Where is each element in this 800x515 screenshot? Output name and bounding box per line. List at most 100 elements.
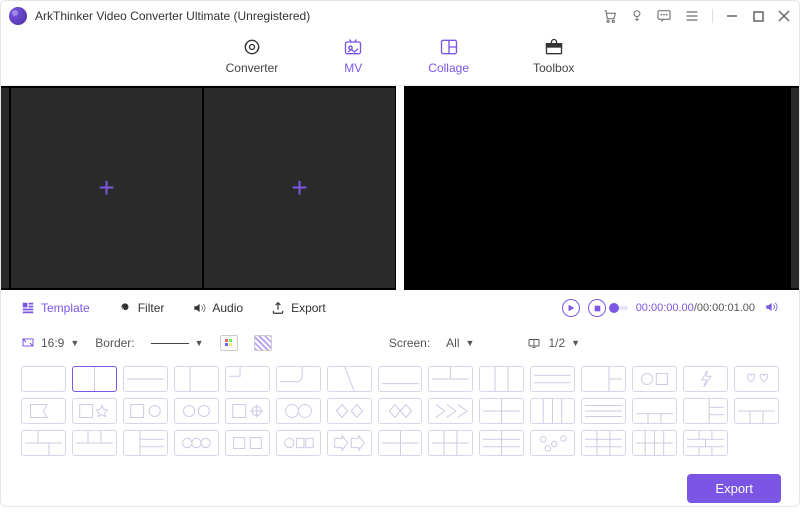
mv-icon [342,37,364,57]
template-2boxes[interactable] [225,430,270,456]
template-2x2[interactable] [479,398,524,424]
template-gear-box[interactable] [225,398,270,424]
template-3row[interactable] [530,366,575,392]
export-button[interactable]: Export [687,474,781,503]
template-bottom-bar[interactable] [378,366,423,392]
preview-left [405,88,596,288]
template-diamonds[interactable] [327,398,372,424]
template-3x2[interactable] [428,430,473,456]
collage-canvas: + + [1,86,396,290]
tab-toolbox-label: Toolbox [533,61,574,75]
preview-pane [404,86,799,290]
play-button[interactable] [562,299,580,317]
border-color-button[interactable] [220,335,238,351]
aspect-ratio-select[interactable]: 16:9 ▼ [21,336,79,350]
template-notch-tl[interactable] [225,366,270,392]
template-flag[interactable] [21,398,66,424]
border-label: Border: [95,336,134,350]
template-left-third[interactable] [174,366,219,392]
template-circle-box[interactable] [123,398,168,424]
chevron-down-icon: ▼ [571,338,580,348]
titlebar-separator [712,9,713,23]
template-4col[interactable] [530,398,575,424]
subnav-export[interactable]: Export [271,301,326,315]
titlebar: ArkThinker Video Converter Ultimate (Unr… [1,1,799,31]
subnav-filter[interactable]: Filter [118,301,165,315]
template-2up-v[interactable] [72,366,117,392]
template-4x2[interactable] [632,430,677,456]
footer: Export [1,464,799,515]
template-brick[interactable] [683,430,728,456]
template-2x3[interactable] [479,430,524,456]
cart-icon[interactable] [602,8,618,24]
tab-converter-label: Converter [226,61,279,75]
template-2h-offset[interactable] [428,366,473,392]
converter-icon [241,37,263,57]
template-3circles[interactable] [174,430,219,456]
template-3col[interactable] [479,366,524,392]
border-style-select[interactable]: ▼ [151,338,204,348]
template-split3[interactable] [734,398,779,424]
template-3x3[interactable] [581,430,626,456]
plus-icon: + [291,172,307,204]
chevron-down-icon: ▼ [466,338,475,348]
template-chevron[interactable] [428,398,473,424]
workspace: + + [1,86,799,290]
volume-icon[interactable] [763,300,779,317]
time-total: 00:00:01.00 [697,302,755,314]
subnav-template[interactable]: Template [21,301,90,315]
template-pip-circle[interactable] [632,366,677,392]
drop-zone-1[interactable]: + [11,88,202,288]
template-side2[interactable] [581,366,626,392]
template-two-circles-h[interactable] [276,398,321,424]
main-tabs: Converter MV Collage Toolbox [1,31,799,86]
key-icon[interactable] [630,8,644,24]
template-diag[interactable] [327,366,372,392]
template-bigleft[interactable] [683,398,728,424]
template-arrows[interactable] [327,430,372,456]
minimize-button[interactable] [725,9,739,23]
plus-icon: + [98,172,114,204]
screen-select[interactable]: All ▼ [446,336,474,350]
template-notch-round[interactable] [276,366,321,392]
template-hearts[interactable] [734,366,779,392]
template-side3[interactable] [123,430,168,456]
tab-collage[interactable]: Collage [428,37,469,75]
collage-icon [438,37,460,57]
template-2x2b[interactable] [378,430,423,456]
preview-right [598,88,789,288]
template-4row[interactable] [581,398,626,424]
copies-select[interactable]: 1/2 ▼ [526,336,580,350]
maximize-button[interactable] [751,9,765,23]
template-bigtop[interactable] [632,398,677,424]
tab-converter[interactable]: Converter [226,37,279,75]
tab-toolbox[interactable]: Toolbox [533,37,574,75]
toolbox-icon [543,37,565,57]
border-pattern-button[interactable] [254,335,272,351]
chevron-down-icon: ▼ [195,338,204,348]
close-button[interactable] [777,9,791,23]
canvas-edge-left [1,88,9,288]
drop-zone-2[interactable]: + [204,88,395,288]
template-cross-box[interactable] [378,398,423,424]
template-star-box[interactable] [72,398,117,424]
template-grid [1,360,799,464]
template-two-circles[interactable] [174,398,219,424]
template-lightning[interactable] [683,366,728,392]
template-2up-h[interactable] [123,366,168,392]
tab-mv-label: MV [344,61,362,75]
feedback-icon[interactable] [656,8,672,24]
seek-bar[interactable] [614,306,627,310]
template-corner4[interactable] [21,430,66,456]
template-1x1[interactable] [21,366,66,392]
menu-icon[interactable] [684,8,700,24]
subnav-audio[interactable]: Audio [192,301,243,315]
screen-label: Screen: [389,336,430,350]
template-scatter[interactable] [530,430,575,456]
seek-thumb[interactable] [609,303,619,313]
stop-button[interactable] [588,299,606,317]
app-title: ArkThinker Video Converter Ultimate (Unr… [35,9,310,23]
template-t-shape[interactable] [72,430,117,456]
template-circle-boxes[interactable] [276,430,321,456]
tab-mv[interactable]: MV [342,37,364,75]
